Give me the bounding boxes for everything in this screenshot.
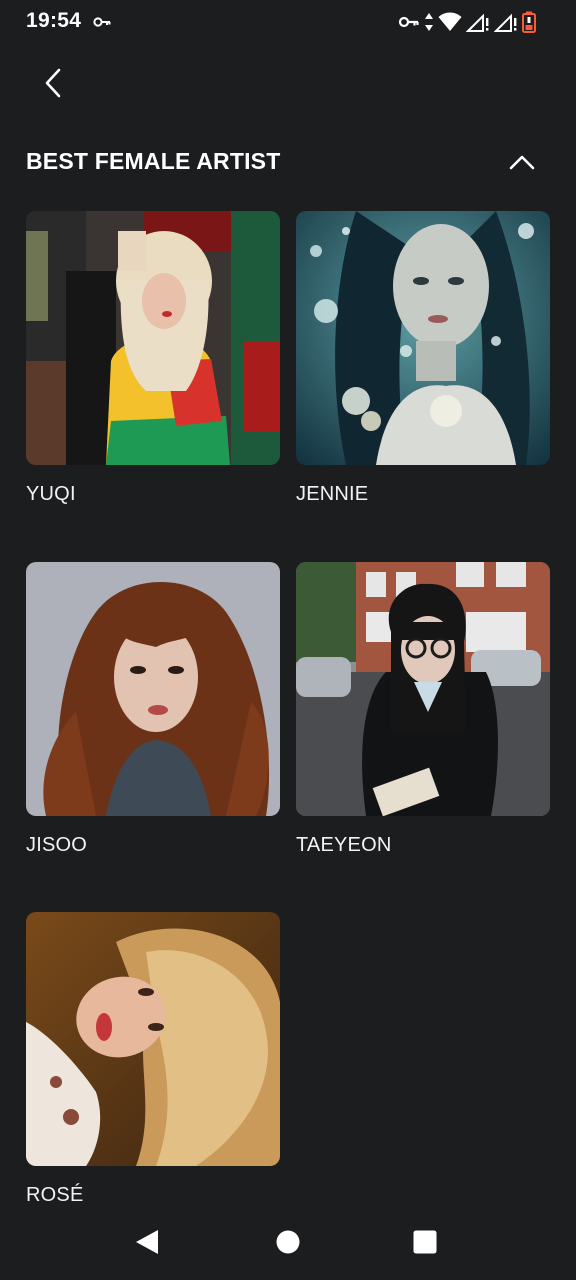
battery-low-icon [522, 11, 536, 33]
artist-name: YUQI [26, 483, 76, 505]
status-icons [398, 10, 536, 34]
artist-photo-jisoo [26, 562, 280, 816]
wifi-icon [438, 12, 462, 31]
artist-card-jennie[interactable]: JENNIE [296, 211, 550, 505]
chevron-up-icon [509, 155, 535, 170]
artist-card-jisoo[interactable]: JISOO [26, 562, 280, 856]
artist-card-yuqi[interactable]: YUQI [26, 211, 280, 505]
status-bar: 19:54 [0, 0, 576, 44]
circle-home-icon[interactable] [275, 1229, 301, 1255]
vpn-key-icon [93, 17, 111, 27]
artist-photo-taeyeon [296, 562, 550, 816]
artist-name: JISOO [26, 834, 88, 856]
chevron-left-icon [45, 68, 61, 98]
screen: 19:54 BEST FEMALE ARTIST YUQI JENNIE JIS… [0, 0, 576, 1280]
artist-name: JENNIE [296, 483, 369, 505]
collapse-button[interactable] [503, 144, 541, 180]
data-arrows-icon [425, 13, 433, 31]
artist-photo-jennie [296, 211, 550, 465]
triangle-back-icon[interactable] [134, 1228, 160, 1256]
vpn-key-icon [398, 16, 419, 28]
artist-name: TAEYEON [296, 834, 392, 856]
artist-photo-rose [26, 912, 280, 1166]
artist-photo-yuqi [26, 211, 280, 465]
signal-icon [466, 13, 489, 32]
artist-card-taeyeon[interactable]: TAEYEON [296, 562, 550, 856]
back-button[interactable] [30, 60, 76, 106]
signal-icon [494, 13, 517, 32]
artist-card-rose[interactable]: ROSÉ [26, 912, 280, 1206]
section-title: BEST FEMALE ARTIST [26, 148, 281, 174]
square-recents-icon[interactable] [412, 1229, 438, 1255]
status-time: 19:54 [26, 9, 82, 32]
system-nav-bar [0, 1204, 576, 1280]
